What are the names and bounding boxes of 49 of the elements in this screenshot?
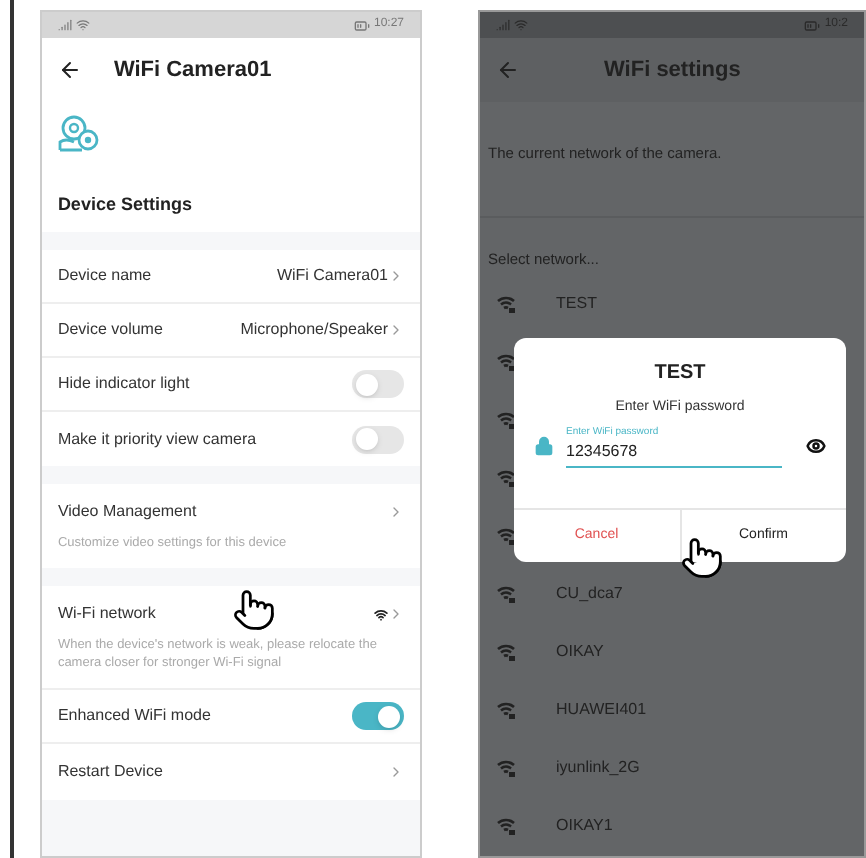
wifi-icon [75, 18, 90, 32]
setting-label: Hide indicator light [57, 372, 190, 396]
setting-row[interactable]: Device name WiFi Camera01 [41, 250, 421, 304]
lock-icon [534, 436, 555, 457]
signal-icon [496, 18, 511, 32]
network-name: HUAWEI401 [556, 697, 647, 721]
network-name: OIKAY [556, 639, 604, 663]
wifi-lock-icon [496, 641, 517, 661]
wifi-icon [374, 607, 389, 621]
signal-icon [57, 18, 72, 32]
toggle-switch[interactable] [352, 425, 405, 453]
network-name: TEST [556, 291, 597, 315]
wifi-lock-icon [496, 467, 517, 487]
wifi-lock-icon [496, 351, 517, 371]
wifi-lock-icon [496, 293, 517, 313]
back-arrow-icon[interactable] [57, 58, 82, 82]
hand-cursor-icon [231, 588, 276, 632]
setting-label: Device name [57, 264, 152, 288]
battery-icon [804, 17, 821, 33]
battery-icon [354, 17, 370, 33]
field-value: 12345678 [566, 440, 640, 464]
network-name: CU_dca7 [556, 581, 623, 605]
show-password-icon[interactable] [806, 436, 827, 457]
camera-icon [57, 114, 102, 154]
setting-value: Microphone/Speaker [240, 318, 389, 342]
setting-value: WiFi Camera01 [276, 264, 389, 288]
setting-label: Make it priority view camera [57, 427, 257, 451]
setting-label: Wi-Fi network [57, 602, 156, 626]
wifi-lock-icon [496, 583, 517, 603]
toggle-switch[interactable] [352, 702, 405, 730]
wifi-lock-icon [496, 699, 517, 719]
wifi-lock-icon [496, 409, 517, 429]
setting-label: Enhanced WiFi mode [57, 704, 211, 728]
screen-title: WiFi settings [604, 55, 741, 86]
section-title: Device Settings [57, 191, 192, 218]
wifi-icon [514, 18, 529, 32]
toggle-switch[interactable] [352, 370, 405, 398]
setting-label: Device volume [57, 318, 163, 342]
setting-label: Restart Device [57, 760, 163, 784]
network-name: OIKAY1 [556, 813, 613, 837]
setting-label: Video Management [57, 500, 197, 524]
network-name: iyunlink_2G [556, 755, 640, 779]
wifi-lock-icon [496, 757, 517, 777]
wifi-lock-icon [496, 525, 517, 545]
screen-title: WiFi Camera01 [113, 55, 272, 86]
dialog-title: TEST [654, 360, 706, 388]
setting-row[interactable]: Device volume Microphone/Speaker [41, 304, 421, 358]
setting-row[interactable]: Restart Device [41, 744, 421, 800]
wifi-lock-icon [496, 815, 517, 835]
